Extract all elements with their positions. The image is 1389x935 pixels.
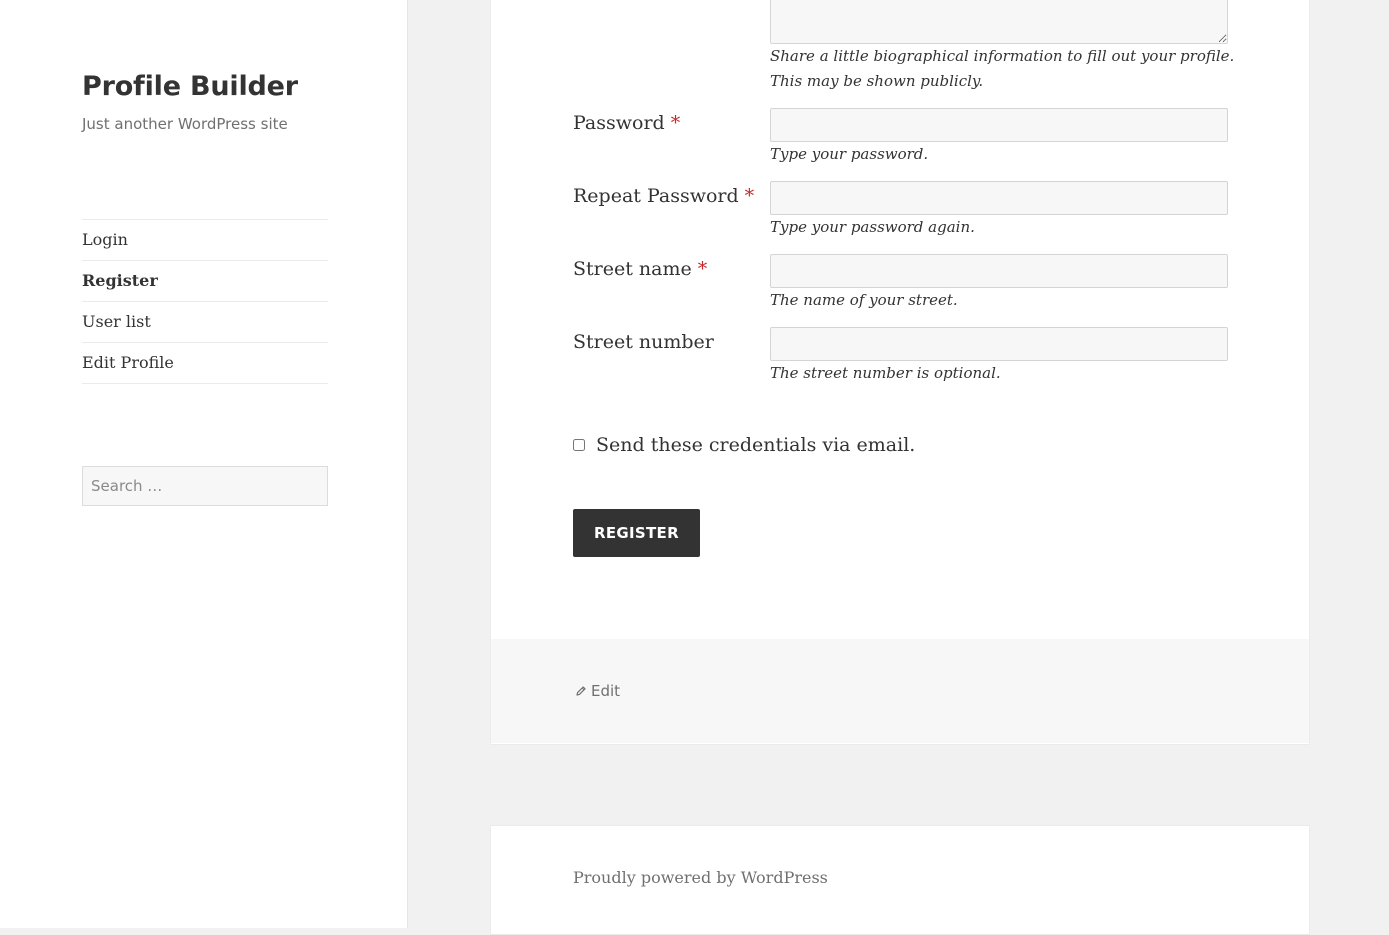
street-number-label: Street number bbox=[573, 331, 714, 353]
register-button[interactable]: REGISTER bbox=[573, 509, 700, 557]
bio-help-line-1: Share a little biographical information … bbox=[770, 47, 1235, 65]
street-name-help: The name of your street. bbox=[770, 291, 958, 309]
password-help: Type your password. bbox=[770, 145, 929, 163]
nav-item-register[interactable]: Register bbox=[82, 261, 328, 302]
biographical-info-textarea[interactable] bbox=[770, 0, 1228, 44]
site-description: Just another WordPress site bbox=[82, 115, 288, 133]
street-number-help: The street number is optional. bbox=[770, 364, 1001, 382]
send-credentials-label[interactable]: Send these credentials via email. bbox=[596, 434, 915, 456]
street-name-input[interactable] bbox=[770, 254, 1228, 288]
nav-item-user-list[interactable]: User list bbox=[82, 302, 328, 343]
site-title[interactable]: Profile Builder bbox=[82, 71, 298, 102]
edit-link-label: Edit bbox=[591, 682, 621, 700]
nav-item-edit-profile[interactable]: Edit Profile bbox=[82, 343, 328, 384]
required-mark: * bbox=[697, 258, 708, 280]
search-input[interactable] bbox=[82, 466, 328, 506]
street-name-label: Street name * bbox=[573, 258, 707, 280]
password-label-text: Password bbox=[573, 112, 665, 134]
send-credentials-checkbox[interactable] bbox=[573, 439, 585, 451]
street-number-input[interactable] bbox=[770, 327, 1228, 361]
repeat-password-input[interactable] bbox=[770, 181, 1228, 215]
nav-item-login[interactable]: Login bbox=[82, 220, 328, 261]
repeat-password-help: Type your password again. bbox=[770, 218, 975, 236]
bio-help-line-2: This may be shown publicly. bbox=[770, 72, 984, 90]
pencil-icon bbox=[576, 686, 586, 696]
required-mark: * bbox=[670, 112, 681, 134]
edit-link[interactable]: Edit bbox=[575, 682, 620, 700]
repeat-password-label: Repeat Password * bbox=[573, 185, 754, 207]
street-name-label-text: Street name bbox=[573, 258, 692, 280]
send-credentials-row: Send these credentials via email. bbox=[573, 434, 915, 456]
sidebar: Profile Builder Just another WordPress s… bbox=[0, 0, 408, 928]
repeat-password-label-text: Repeat Password bbox=[573, 185, 739, 207]
password-label: Password * bbox=[573, 112, 680, 134]
required-mark: * bbox=[744, 185, 755, 207]
powered-by-link[interactable]: Proudly powered by WordPress bbox=[573, 868, 828, 887]
main-navigation: Login Register User list Edit Profile bbox=[82, 219, 328, 384]
password-input[interactable] bbox=[770, 108, 1228, 142]
